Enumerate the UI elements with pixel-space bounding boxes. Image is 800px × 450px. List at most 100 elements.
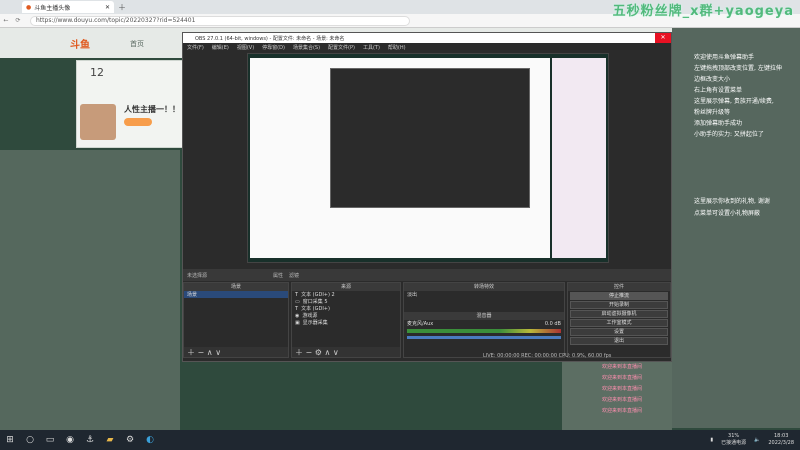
source-item[interactable]: ◉ 游戏源 [292,312,400,320]
close-window-button[interactable]: ✕ [655,33,671,43]
mixer-dock: 转场特效 淡出 混音器 麦克风/Aux 0.0 dB [403,282,565,358]
gear-icon[interactable]: ⚙ [315,348,322,357]
scenes-toolbar: ＋ − ∧ ∨ [184,347,288,357]
source-item[interactable]: T 文本 (GDI+) 2 [292,291,400,299]
gamepad-icon: ◉ [295,312,300,319]
clock[interactable]: 18:03 2022/3/28 [768,433,794,447]
douyu-logo[interactable]: 斗鱼 [70,36,90,51]
window-icon: ▭ [295,298,300,305]
battery-icon[interactable]: ▮ [710,437,713,443]
filters-button[interactable]: 滤镜 [289,272,299,279]
search-icon[interactable]: ○ [20,430,40,450]
mixer-title: 混音器 [404,312,564,320]
up-icon[interactable]: ∧ [207,348,213,357]
back-icon[interactable]: ← [0,17,12,24]
obs-menu-bar: 文件(F) 编辑(E) 视图(V) 停靠窗(D) 场景集合(S) 配置文件(P)… [183,43,671,52]
list-item: 欢迎来到本直播间 [602,364,643,370]
tab-favicon-icon: ● [26,3,32,11]
properties-button[interactable]: 属性 [273,272,283,279]
remove-icon[interactable]: − [198,348,205,357]
menu-scene-collection[interactable]: 场景集合(S) [293,44,320,51]
menu-tools[interactable]: 工具(T) [363,44,380,51]
transitions-title: 转场特效 [404,283,564,291]
tab-title: 斗鱼主播头像 [34,4,71,12]
obs-status-bar: LIVE: 00:00:00 REC: 00:00:00 CPU: 0.9%, … [483,353,612,359]
url-field[interactable]: https://www.douyu.com/topic/20220327?rid… [30,15,410,26]
obs-app-icon[interactable]: ◉ [60,430,80,450]
sources-dock: 来源 T 文本 (GDI+) 2 ▭ 窗口采集 5 T 文本 (GDI+) ◉ 游戏源 … [291,282,401,358]
menu-view[interactable]: 视图(V) [237,44,254,51]
folder-icon[interactable]: ▰ [100,430,120,450]
list-item: 欢迎来到本直播间 [602,375,643,381]
menu-help[interactable]: 帮助(H) [388,44,406,51]
down-icon[interactable]: ∨ [333,348,339,357]
sources-dock-title: 来源 [292,283,400,291]
monitor-icon: ▣ [295,319,300,326]
remove-icon[interactable]: − [306,348,313,357]
scene-item[interactable]: 场景 [184,291,288,298]
mixer-track: 麦克风/Aux 0.0 dB [407,320,561,328]
browser-tab[interactable]: ● 斗鱼主播头像 ✕ [22,1,114,13]
stream-watermark: 五秒粉丝牌_x群+yaogeya [612,4,794,19]
source-item[interactable]: T 文本 (GDI+) [292,305,400,313]
battery-status: 31% 已接通电源 [721,433,747,446]
list-item: 欢迎来到本直播间 [602,397,643,403]
source-item[interactable]: ▣ 显示器采集 [292,319,400,327]
refresh-icon[interactable]: ⟳ [12,17,24,24]
volume-icon[interactable]: 🔈 [754,437,760,443]
obs-window: OBS 27.0.1 (64-bit, windows) - 配置文件: 未命名… [182,32,672,362]
list-item: 欢迎来到本直播间 [602,386,643,392]
task-view-icon[interactable]: ▭ [40,430,60,450]
menu-docks[interactable]: 停靠窗(D) [262,44,285,51]
scenes-dock-title: 场景 [184,283,288,291]
stop-streaming-button[interactable]: 停止推流 [570,292,668,300]
menu-file[interactable]: 文件(F) [187,44,204,51]
nested-obs-capture [330,68,530,208]
menu-profile[interactable]: 配置文件(P) [328,44,355,51]
list-item: 欢迎来到本直播间 [602,408,643,414]
no-source-label: 未选择源 [187,272,208,279]
text-icon: T [295,291,299,298]
system-tray: ▮ 31% 已接通电源 🔈 18:03 2022/3/28 [710,430,800,450]
close-tab-icon[interactable]: ✕ [105,4,110,11]
follow-button[interactable] [124,118,152,126]
add-icon[interactable]: ＋ [295,348,303,357]
nested-side-panel [552,58,606,258]
volume-slider[interactable] [407,336,561,339]
sources-toolbar: ＋ − ⚙ ∧ ∨ [292,347,400,357]
start-recording-button[interactable]: 开始录制 [570,301,668,309]
settings-button[interactable]: 设置 [570,328,668,336]
edge-browser-icon[interactable]: ◐ [140,430,160,450]
windows-start-icon[interactable]: ⊞ [0,430,20,450]
nested-capture [250,58,550,258]
taskbar: ⊞ ○ ▭ ◉ ⚓ ▰ ⚙ ◐ [0,430,800,450]
controls-title: 控件 [568,283,670,291]
controls-dock: 控件 停止推流 开始录制 启动虚拟摄像机 工作室模式 设置 退出 [567,282,671,358]
menu-edit[interactable]: 编辑(E) [212,44,229,51]
settings-app-icon[interactable]: ⚙ [120,430,140,450]
steam-app-icon[interactable]: ⚓ [80,430,100,450]
gift-notes: 这里展示你收到的礼物, 谢谢 点菜单可设置小礼物屏蔽 [694,198,770,217]
new-tab-button[interactable]: ＋ [118,2,126,13]
studio-mode-button[interactable]: 工作室模式 [570,319,668,327]
text-icon: T [295,305,299,312]
helper-notes: 欢迎使用斗鱼弹幕助手 左键拖拽顶部改变位置, 左键拉伸 边框改变大小 右上角有设… [694,54,782,138]
obs-preview[interactable] [247,53,609,263]
entry-message-list: 欢迎来到本直播间 欢迎来到本直播间 欢迎来到本直播间 欢迎来到本直播间 欢迎来到… [562,362,672,430]
source-item[interactable]: ▭ 窗口采集 5 [292,298,400,306]
source-toolbar: 未选择源 属性 滤镜 [183,269,671,281]
exit-button[interactable]: 退出 [570,337,668,345]
down-icon[interactable]: ∨ [215,348,221,357]
transition-select[interactable]: 淡出 [404,291,564,298]
obs-title-bar: OBS 27.0.1 (64-bit, windows) - 配置文件: 未命名… [183,33,671,43]
avatar[interactable] [80,104,116,140]
volume-meter [407,329,561,333]
add-icon[interactable]: ＋ [187,348,195,357]
follower-count: 12 [90,66,104,79]
nav-home[interactable]: 首页 [130,39,144,49]
scenes-dock: 场景 场景 ＋ − ∧ ∨ [183,282,289,358]
page-background-area [0,150,180,430]
virtual-camera-button[interactable]: 启动虚拟摄像机 [570,310,668,318]
streamer-name: 人性主播一！！ [124,105,180,114]
up-icon[interactable]: ∧ [325,348,331,357]
